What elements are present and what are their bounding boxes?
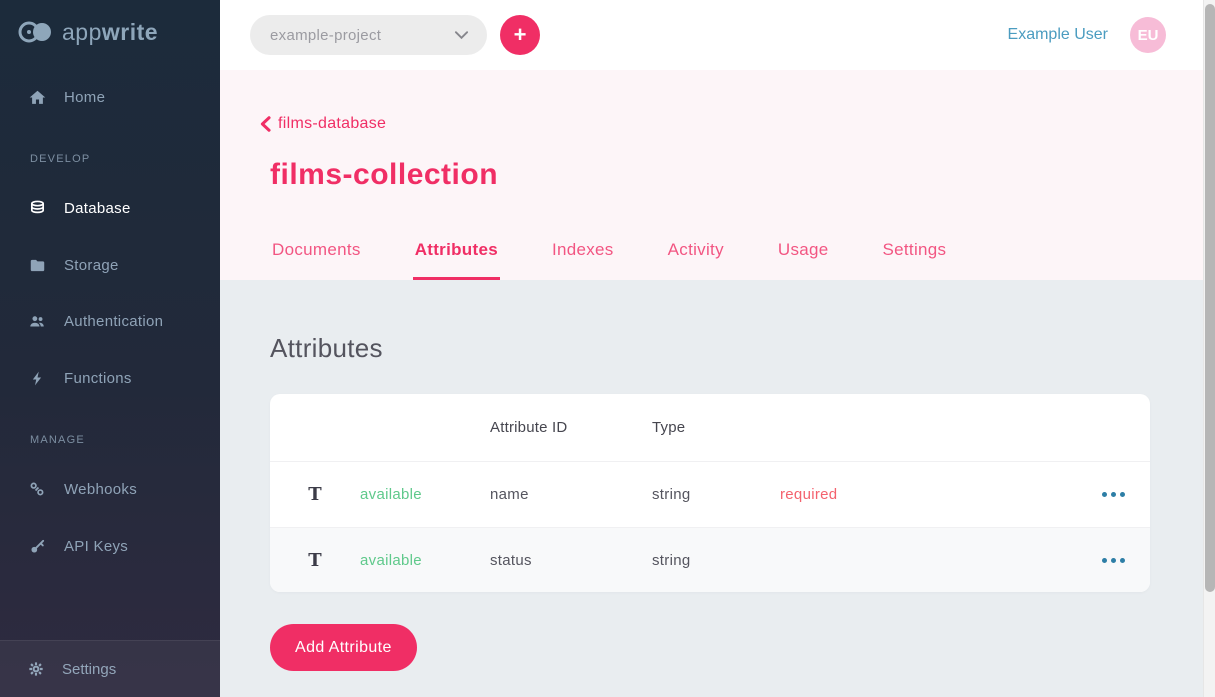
chevron-down-icon xyxy=(454,30,469,40)
gear-icon xyxy=(28,661,44,677)
status-badge: available xyxy=(360,486,490,503)
scrollbar-thumb[interactable] xyxy=(1205,4,1215,592)
section-heading: Attributes xyxy=(270,333,383,364)
database-icon xyxy=(28,199,46,217)
appwrite-logo-icon xyxy=(18,18,54,46)
tab-settings[interactable]: Settings xyxy=(881,230,949,280)
link-icon xyxy=(28,480,46,498)
attribute-id-value: status xyxy=(490,552,652,569)
table-row: T available name string required xyxy=(270,461,1150,527)
tab-documents[interactable]: Documents xyxy=(270,230,363,280)
status-badge: available xyxy=(360,552,490,569)
string-type-icon: T xyxy=(308,484,321,505)
avatar[interactable]: EU xyxy=(1130,17,1166,53)
project-selector[interactable]: example-project xyxy=(250,15,487,55)
users-icon xyxy=(28,312,46,330)
plus-icon: + xyxy=(514,16,527,54)
sidebar-item-settings[interactable]: Settings xyxy=(0,640,220,697)
attribute-type-value: string xyxy=(652,552,780,569)
attribute-type-value: string xyxy=(652,486,780,503)
project-selector-value: example-project xyxy=(270,27,381,44)
attribute-id-value: name xyxy=(490,486,652,503)
key-icon xyxy=(28,537,46,555)
sidebar-item-home[interactable]: Home xyxy=(0,77,220,117)
user-name-link[interactable]: Example User xyxy=(1008,26,1108,44)
string-type-icon: T xyxy=(308,550,321,571)
sidebar-item-webhooks[interactable]: Webhooks xyxy=(0,469,220,509)
tab-activity[interactable]: Activity xyxy=(666,230,726,280)
sidebar-section-manage: MANAGE xyxy=(30,434,85,446)
table-row: T available status string xyxy=(270,527,1150,592)
breadcrumb-label: films-database xyxy=(278,115,386,133)
tab-usage[interactable]: Usage xyxy=(776,230,831,280)
sidebar-item-label: Webhooks xyxy=(64,481,137,498)
sidebar-item-label: Home xyxy=(64,89,105,106)
column-header-attribute-id: Attribute ID xyxy=(490,419,652,436)
sidebar-item-api-keys[interactable]: API Keys xyxy=(0,526,220,566)
content-area: Attributes Attribute ID Type T available… xyxy=(220,280,1203,697)
home-icon xyxy=(28,88,46,106)
row-actions-menu-button[interactable] xyxy=(1102,492,1150,497)
folder-icon xyxy=(28,256,46,274)
sidebar-item-label: Database xyxy=(64,200,131,217)
tab-attributes[interactable]: Attributes xyxy=(413,230,500,280)
sidebar: appwrite Home DEVELOP Database Storage xyxy=(0,0,220,697)
add-attribute-button[interactable]: Add Attribute xyxy=(270,624,417,671)
tab-bar: Documents Attributes Indexes Activity Us… xyxy=(270,230,948,280)
table-header-row: Attribute ID Type xyxy=(270,394,1150,461)
sidebar-item-database[interactable]: Database xyxy=(0,188,220,228)
sidebar-item-label: Authentication xyxy=(64,313,163,330)
tab-indexes[interactable]: Indexes xyxy=(550,230,616,280)
appwrite-logo[interactable]: appwrite xyxy=(18,18,158,46)
column-header-type: Type xyxy=(652,419,780,436)
required-badge: required xyxy=(780,486,1010,503)
sidebar-item-functions[interactable]: Functions xyxy=(0,358,220,398)
sidebar-item-label: API Keys xyxy=(64,538,128,555)
topbar: example-project + Example User EU xyxy=(220,0,1203,70)
sidebar-section-develop: DEVELOP xyxy=(30,153,90,165)
attributes-table: Attribute ID Type T available name strin… xyxy=(270,394,1150,592)
add-project-button[interactable]: + xyxy=(500,15,540,55)
sidebar-item-label: Settings xyxy=(62,661,116,678)
appwrite-logo-text: appwrite xyxy=(62,19,158,46)
vertical-scrollbar[interactable] xyxy=(1203,0,1215,697)
collection-header: films-database films-collection Document… xyxy=(220,70,1203,280)
sidebar-item-label: Functions xyxy=(64,370,132,387)
user-area: Example User EU xyxy=(1008,0,1166,70)
page-title: films-collection xyxy=(270,158,498,192)
breadcrumb[interactable]: films-database xyxy=(260,115,386,133)
chevron-left-icon xyxy=(260,116,271,132)
row-actions-menu-button[interactable] xyxy=(1102,558,1150,563)
sidebar-item-authentication[interactable]: Authentication xyxy=(0,301,220,341)
sidebar-item-label: Storage xyxy=(64,257,119,274)
lightning-icon xyxy=(28,369,46,387)
main-area: example-project + Example User EU films-… xyxy=(220,0,1203,697)
sidebar-item-storage[interactable]: Storage xyxy=(0,245,220,285)
